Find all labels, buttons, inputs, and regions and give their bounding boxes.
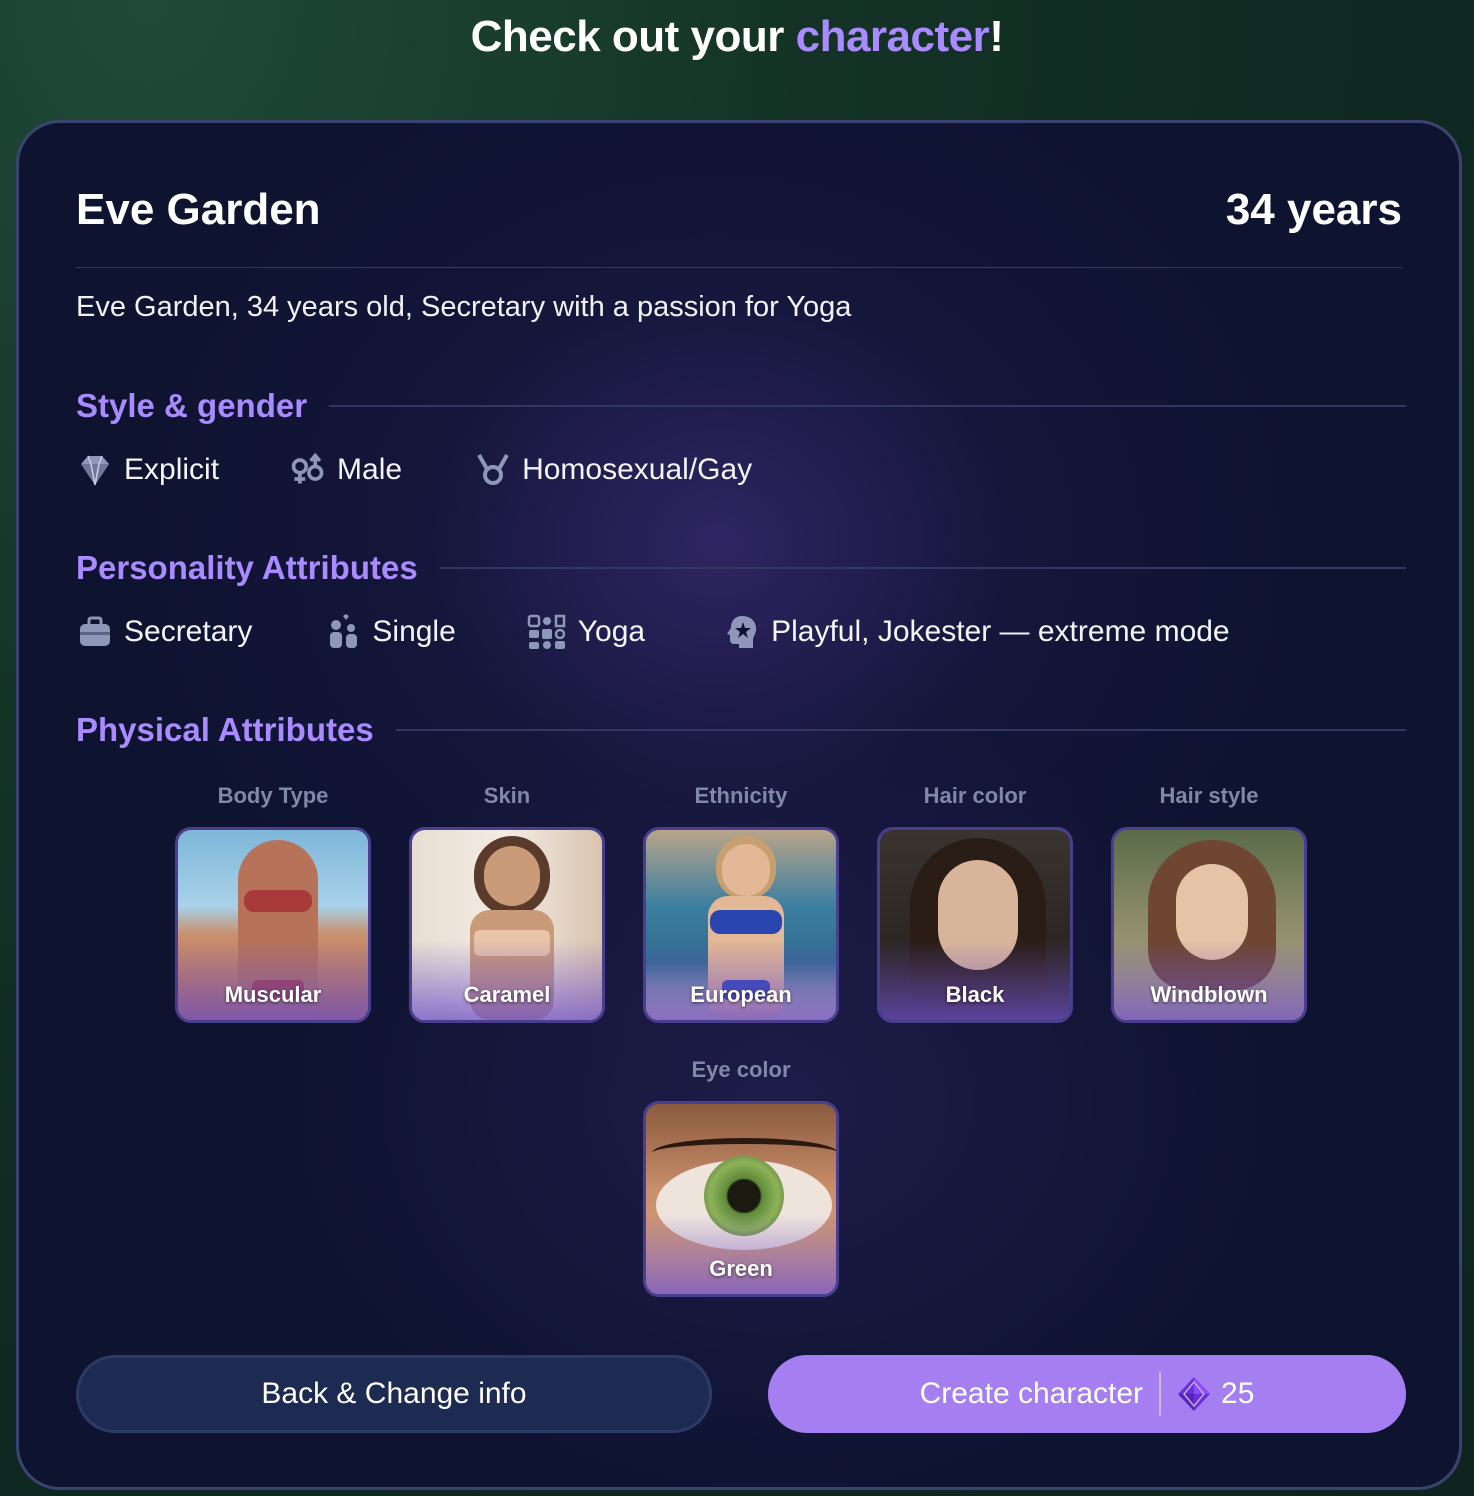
tag-personality: Playful, Jokester — extreme mode (723, 613, 1230, 651)
attr-image: Caramel (409, 827, 605, 1023)
face-shape (722, 844, 770, 896)
caption-shade (412, 940, 602, 1020)
attr-image: European (643, 827, 839, 1023)
section-personality-title: Personality Attributes (76, 549, 1406, 587)
tag-label: Homosexual/Gay (522, 453, 753, 486)
section-style-gender-title: Style & gender (76, 387, 1406, 425)
button-label: Create character (919, 1377, 1144, 1410)
attr-image: Black (877, 827, 1073, 1023)
button-label: Back & Change info (261, 1377, 527, 1410)
gem-icon (1177, 1376, 1211, 1412)
single-person-icon (324, 613, 362, 651)
personality-head-icon (723, 613, 761, 651)
attr-value: Windblown (1150, 982, 1268, 1007)
attr-skin: Skin Caramel (407, 783, 607, 1023)
attr-value: Muscular (224, 982, 322, 1007)
page-headline: Check out your character! (0, 12, 1474, 62)
tag-relationship: Single (324, 613, 456, 651)
personality-row: Secretary Single Yoga Playful, Jokester … (76, 613, 1230, 651)
diamond-icon (76, 451, 114, 489)
tag-label: Yoga (577, 615, 646, 648)
tag-male: Male (289, 451, 402, 489)
create-character-button[interactable]: Create character 25 (768, 1355, 1406, 1433)
attr-label: Ethnicity (694, 783, 788, 808)
character-card: Eve Garden 34 years Eve Garden, 34 years… (16, 120, 1462, 1490)
caption-shade (646, 1214, 836, 1294)
tag-orientation: Homosexual/Gay (474, 451, 752, 489)
tag-hobby: Yoga (526, 613, 645, 651)
attr-ethnicity: Ethnicity European (641, 783, 841, 1023)
hobby-grid-icon (526, 613, 568, 651)
swimwear-top (710, 910, 782, 934)
attr-eye-color: Eye color Green (641, 1057, 841, 1297)
attr-label: Hair color (923, 783, 1027, 808)
divider (76, 267, 1402, 268)
back-change-info-button[interactable]: Back & Change info (76, 1355, 712, 1433)
caption-shade (880, 940, 1070, 1020)
attr-value: Caramel (463, 982, 551, 1007)
tag-label: Male (337, 453, 403, 486)
tag-label: Playful, Jokester — extreme mode (771, 615, 1230, 648)
tag-label: Single (372, 615, 456, 648)
tag-label: Explicit (124, 453, 220, 486)
attr-label: Skin (483, 783, 531, 808)
attr-value: European (690, 982, 792, 1007)
cost-badge: 25 (1177, 1376, 1254, 1412)
section-divider (439, 567, 1406, 569)
briefcase-icon (76, 613, 114, 651)
eyelashes (652, 1138, 836, 1168)
gender-symbols-icon (289, 451, 327, 489)
attr-label: Hair style (1159, 783, 1259, 808)
caption-shade (646, 940, 836, 1020)
button-separator (1159, 1372, 1162, 1416)
face-shape (484, 846, 540, 906)
character-age: 34 years (1225, 185, 1402, 234)
attr-image: Muscular (175, 827, 371, 1023)
character-name: Eve Garden (76, 185, 321, 234)
character-summary: Eve Garden, 34 years old, Secretary with… (76, 291, 852, 323)
section-divider (395, 729, 1406, 731)
attr-body-type: Body Type Muscular (173, 783, 373, 1023)
section-title-text: Physical Attributes (76, 711, 374, 748)
tag-explicit: Explicit (76, 451, 219, 489)
tag-label: Secretary (124, 615, 253, 648)
caption-shade (178, 940, 368, 1020)
attr-hair-style: Hair style Windblown (1109, 783, 1309, 1023)
section-title-text: Personality Attributes (76, 549, 418, 586)
section-physical-title: Physical Attributes (76, 711, 1406, 749)
attr-value: Green (709, 1256, 773, 1281)
tag-occupation: Secretary (76, 613, 252, 651)
style-gender-row: Explicit Male Homosexual/Gay (76, 451, 752, 489)
attr-label: Body Type (217, 783, 329, 808)
attr-hair-color: Hair color Black (875, 783, 1075, 1023)
attr-label: Eye color (691, 1057, 791, 1082)
cost-value: 25 (1221, 1377, 1255, 1410)
headline-accent: character (795, 12, 990, 61)
headline-suffix: ! (989, 12, 1004, 61)
swimwear-top (244, 890, 312, 912)
orientation-icon (474, 451, 512, 489)
attr-image: Windblown (1111, 827, 1307, 1023)
section-title-text: Style & gender (76, 387, 308, 424)
section-divider (329, 405, 1406, 407)
attr-image: Green (643, 1101, 839, 1297)
caption-shade (1114, 940, 1304, 1020)
headline-prefix: Check out your (470, 12, 796, 61)
attr-value: Black (945, 982, 1005, 1007)
